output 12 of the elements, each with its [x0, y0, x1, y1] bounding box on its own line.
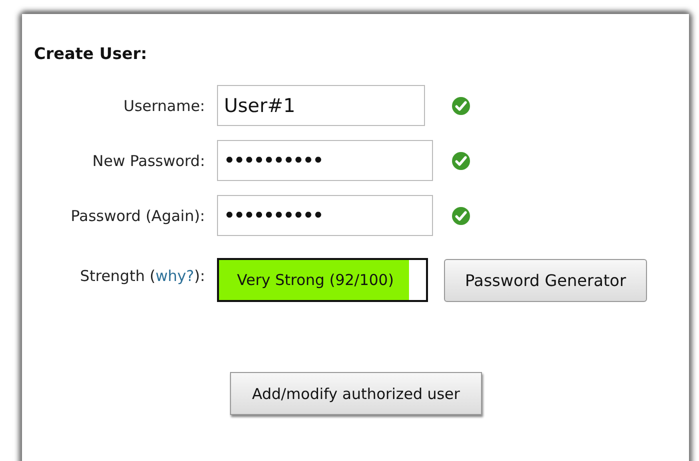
- form-title: Create User:: [34, 44, 148, 63]
- strength-label: Strength (why?):: [78, 267, 206, 285]
- password-generator-button[interactable]: Password Generator: [444, 258, 647, 302]
- input-field[interactable]: User#1: [217, 85, 425, 126]
- strength-reading: Very Strong (92/100): [236, 271, 394, 289]
- input-field[interactable]: ••••••••••: [217, 140, 433, 181]
- why-link[interactable]: why?: [155, 267, 194, 285]
- add-user-button[interactable]: Add/modify authorized user: [230, 372, 482, 415]
- field-label: Username:: [122, 96, 206, 114]
- input-field[interactable]: ••••••••••: [217, 195, 433, 236]
- field-label: Password (Again):: [70, 206, 206, 224]
- field-label: New Password:: [91, 152, 206, 170]
